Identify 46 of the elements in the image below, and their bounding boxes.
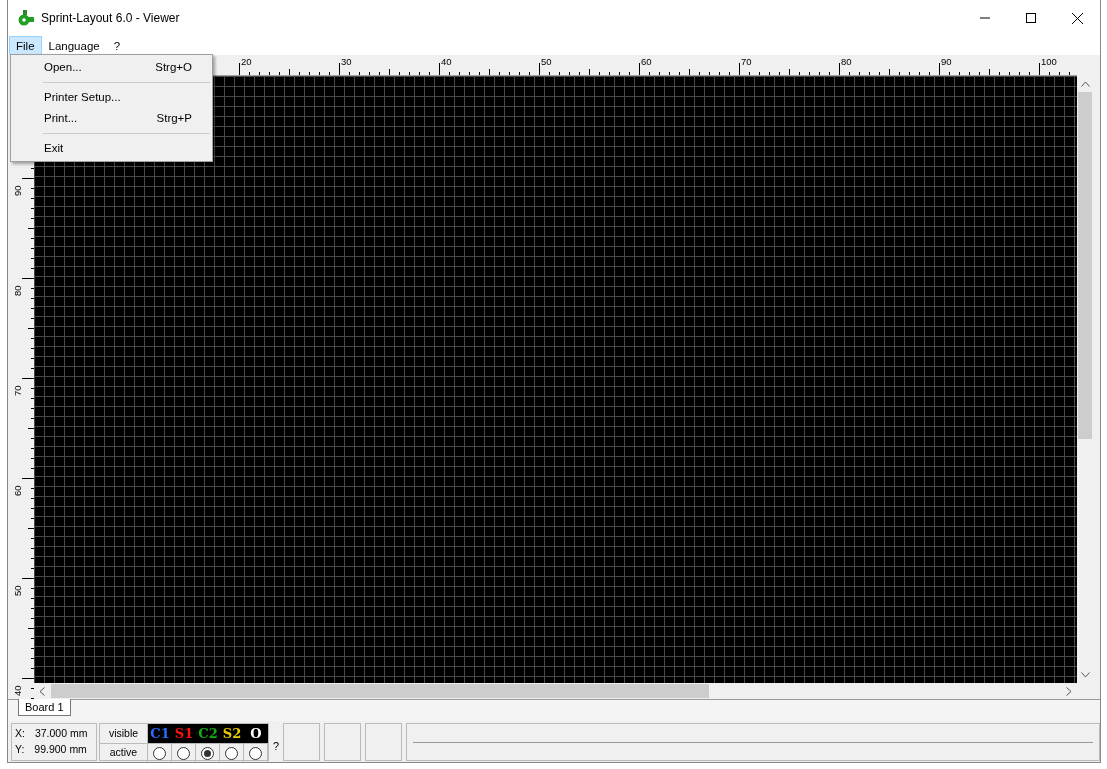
window-title: Sprint-Layout 6.0 - Viewer <box>41 10 180 27</box>
menu-item[interactable]: ? <box>106 36 128 55</box>
scroll-down-icon[interactable] <box>1080 672 1090 678</box>
ruler-label: 100 <box>1041 57 1057 67</box>
ruler-label: 60 <box>13 485 23 496</box>
menu-item[interactable]: Exit <box>13 138 210 159</box>
scroll-up-icon[interactable] <box>1080 81 1090 87</box>
close-icon <box>1071 12 1083 24</box>
menu-item[interactable]: Language <box>41 36 107 55</box>
scroll-left-icon[interactable] <box>39 686 45 696</box>
ruler-label: 90 <box>941 57 952 67</box>
coordinate-value: 37.000 mm <box>34 726 88 742</box>
ruler-label: 30 <box>341 57 352 67</box>
ruler-label: 50 <box>13 585 23 596</box>
coordinate-value: 99.900 mm <box>34 742 87 758</box>
app-logo-icon <box>17 10 35 26</box>
board-grid-canvas[interactable] <box>34 76 1077 683</box>
axis-label: Y: <box>15 742 25 758</box>
ruler-label: 70 <box>741 57 752 67</box>
ruler-label: 50 <box>541 57 552 67</box>
help-mark[interactable]: ? <box>273 737 280 755</box>
maximize-icon <box>1026 13 1036 23</box>
ruler-label: 40 <box>441 57 452 67</box>
ruler-label: 80 <box>841 57 852 67</box>
ruler-label: 20 <box>241 57 252 67</box>
axis-label: X: <box>15 726 25 742</box>
menu-item[interactable]: File <box>9 36 42 55</box>
menu-item[interactable]: Printer Setup... <box>13 87 210 108</box>
layer-radio[interactable] <box>177 746 190 760</box>
ruler-label: 40 <box>13 685 23 696</box>
status-panel <box>283 723 321 761</box>
status-panel <box>365 723 403 761</box>
menu-item[interactable]: Print... Strg+P <box>13 108 210 129</box>
layer-radio[interactable] <box>201 746 214 760</box>
ruler-label: 60 <box>641 57 652 67</box>
scroll-right-icon[interactable] <box>1066 686 1072 696</box>
row-label: active <box>100 743 148 762</box>
layer-radio[interactable] <box>249 746 262 760</box>
status-panel <box>324 723 362 761</box>
ruler-label: 80 <box>13 285 23 296</box>
board-tab[interactable]: Board 1 <box>18 699 71 716</box>
menu-item[interactable]: Open... Strg+O <box>13 57 210 78</box>
ruler-label: 70 <box>13 385 23 396</box>
layer-radio[interactable] <box>225 746 238 760</box>
layer-radio[interactable] <box>153 746 166 760</box>
ruler-label: 90 <box>13 185 23 196</box>
